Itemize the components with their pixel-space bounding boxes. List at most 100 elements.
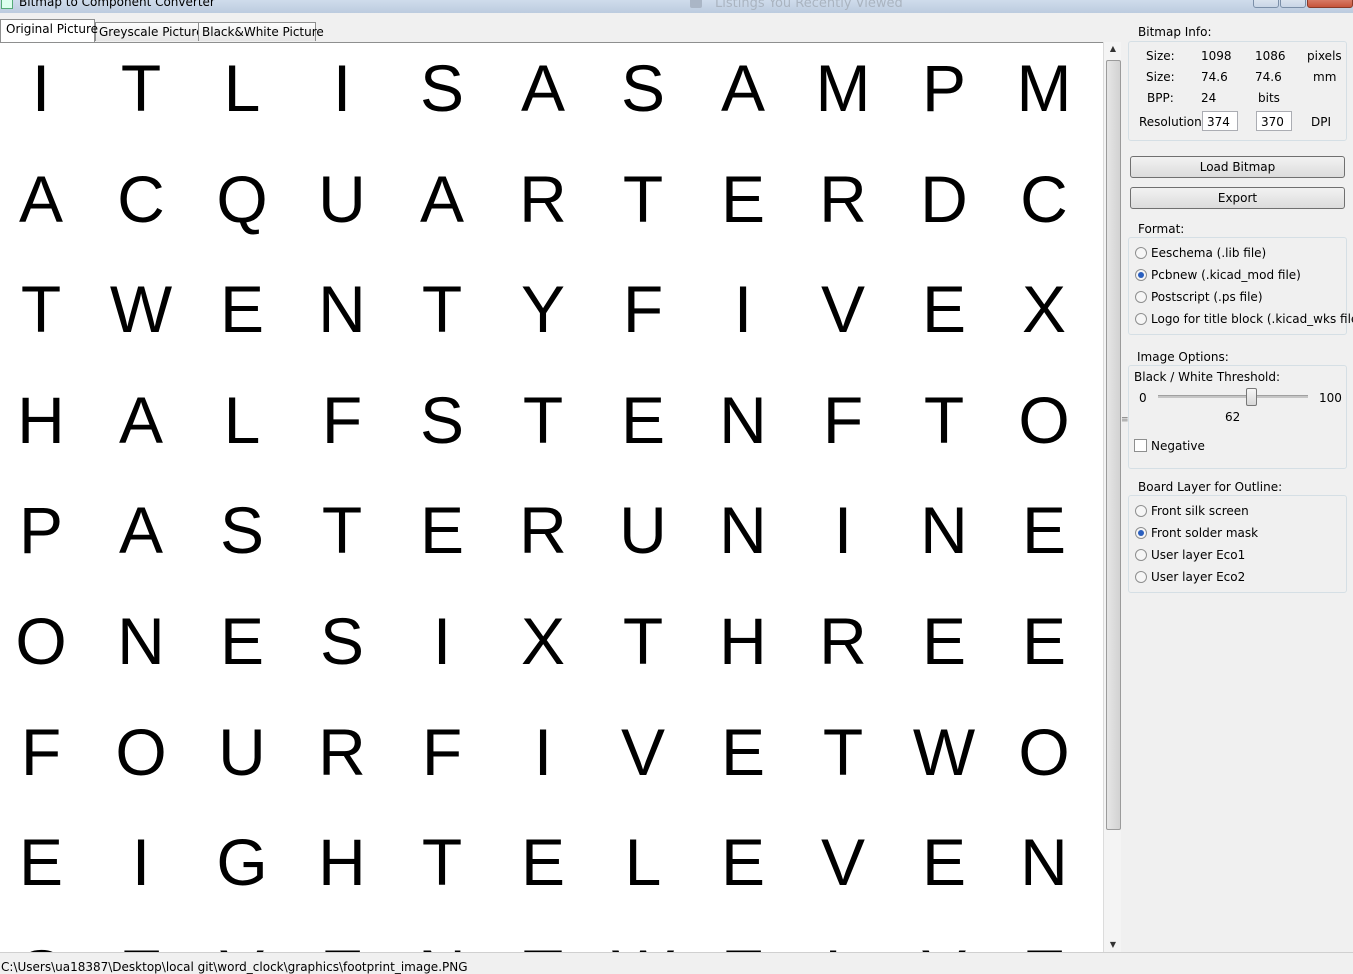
resolution-y-input[interactable]: 370 <box>1256 111 1292 131</box>
format-group: Eeschema (.lib file) Pcbnew (.kicad_mod … <box>1128 237 1353 335</box>
bitmap-letter: S <box>219 493 265 567</box>
format-label: Format: <box>1138 222 1185 236</box>
panel-splitter[interactable]: ≡ <box>1121 42 1129 952</box>
resolution-x-input[interactable]: 374 <box>1202 111 1238 131</box>
bitmap-letter: E <box>720 715 766 789</box>
format-option-pcbnew[interactable]: Pcbnew (.kicad_mod file) <box>1135 268 1301 286</box>
status-bar: C:\Users\ua18387\Desktop\local git\word_… <box>0 952 1353 974</box>
bpp-label: BPP: <box>1147 91 1174 105</box>
bitmap-letter: E <box>91 938 191 953</box>
bitmap-letter: Y <box>520 272 566 346</box>
bitmap-letter: A <box>419 162 465 236</box>
bitmap-letter: I <box>733 272 753 346</box>
bitmap-letter: R <box>819 604 867 678</box>
bitmap-letter: U <box>218 715 266 789</box>
format-option-logo[interactable]: Logo for title block (.kicad_wks file) <box>1135 312 1353 330</box>
radio-postscript[interactable] <box>1135 290 1147 303</box>
vertical-scrollbar[interactable]: ▲ ▼ <box>1103 42 1122 952</box>
radio-logo[interactable] <box>1135 312 1147 325</box>
bitmap-letter: O <box>1018 383 1070 457</box>
negative-checkbox[interactable] <box>1134 439 1147 452</box>
format-eeschema-label: Eeschema (.lib file) <box>1151 246 1267 260</box>
threshold-slider-thumb[interactable] <box>1246 388 1257 406</box>
radio-eco2[interactable] <box>1135 570 1147 583</box>
size-mm-height: 74.6 <box>1255 70 1282 84</box>
bitmap-letter: H <box>318 825 366 899</box>
scrollbar-thumb[interactable] <box>1106 60 1121 830</box>
background-window-title: Listings You Recently Viewed <box>715 0 903 11</box>
threshold-slider-track[interactable] <box>1158 395 1308 398</box>
resolution-label: Resolution: <box>1139 115 1206 129</box>
title-bar: Bitmap to Component Converter Listings Y… <box>0 0 1353 13</box>
format-option-postscript[interactable]: Postscript (.ps file) <box>1135 290 1263 308</box>
layer-eco1-label: User layer Eco1 <box>1151 548 1246 562</box>
maximize-button[interactable] <box>1280 0 1306 8</box>
radio-pcbnew[interactable] <box>1135 268 1147 281</box>
bitmap-letter: W <box>912 715 976 789</box>
scroll-down-arrow-icon[interactable]: ▼ <box>1104 938 1122 952</box>
bitmap-letter: P <box>18 493 64 567</box>
layer-eco2-label: User layer Eco2 <box>1151 570 1246 584</box>
load-bitmap-button[interactable]: Load Bitmap <box>1130 156 1345 178</box>
bitmap-letter: S <box>620 51 666 125</box>
radio-eco1[interactable] <box>1135 548 1147 561</box>
bitmap-letter: L <box>223 51 261 125</box>
layer-option-eco1[interactable]: User layer Eco1 <box>1135 548 1245 566</box>
bitmap-letter: E <box>693 938 793 953</box>
bitmap-letter: U <box>318 162 366 236</box>
bitmap-letter: E <box>1021 493 1067 567</box>
tab-greyscale-picture[interactable]: Greyscale Picture <box>95 22 203 41</box>
bitmap-letter: V <box>620 715 666 789</box>
negative-checkbox-row[interactable]: Negative <box>1134 439 1205 457</box>
bitmap-letter: I <box>131 825 151 899</box>
bitmap-letter: F <box>20 715 62 789</box>
radio-eeschema[interactable] <box>1135 246 1147 259</box>
bitmap-letter: F <box>822 383 864 457</box>
minimize-button[interactable] <box>1253 0 1279 8</box>
size-mm-unit: mm <box>1313 70 1337 84</box>
bitmap-letter: H <box>17 383 65 457</box>
bitmap-letter: T <box>923 383 965 457</box>
format-option-eeschema[interactable]: Eeschema (.lib file) <box>1135 246 1266 264</box>
bitmap-letter: E <box>994 938 1094 953</box>
bitmap-letter: X <box>520 604 566 678</box>
bitmap-letter: N <box>920 493 968 567</box>
close-button[interactable] <box>1307 0 1353 8</box>
bitmap-letter: T <box>822 715 864 789</box>
bitmap-info-group: Size: 1098 1086 pixels Size: 74.6 74.6 m… <box>1128 41 1347 141</box>
bitmap-letter: T <box>622 604 664 678</box>
bitmap-letter: O <box>15 604 67 678</box>
bitmap-letter: N <box>117 604 165 678</box>
layer-option-front-mask[interactable]: Front solder mask <box>1135 526 1258 544</box>
bitmap-letter: E <box>720 825 766 899</box>
negative-label: Negative <box>1151 439 1205 453</box>
bitmap-letter: E <box>292 938 392 953</box>
bitmap-letter: E <box>520 825 566 899</box>
window-title: Bitmap to Component Converter <box>19 0 215 9</box>
radio-front-mask[interactable] <box>1135 526 1147 539</box>
bitmap-letter: F <box>321 383 363 457</box>
threshold-min: 0 <box>1139 391 1147 405</box>
bitmap-letter: N <box>719 383 767 457</box>
scroll-up-arrow-icon[interactable]: ▲ <box>1104 42 1122 56</box>
tab-original-picture[interactable]: Original Picture <box>0 19 98 42</box>
bitmap-preview: ITLISASAMPMACQUARTERDCTWENTYFIVEXHALFSTE… <box>0 42 1103 953</box>
bitmap-letter: O <box>1018 715 1070 789</box>
tab-black-white-picture[interactable]: Black&White Picture <box>198 22 324 41</box>
bitmap-letter: W <box>109 272 173 346</box>
export-button[interactable]: Export <box>1130 187 1345 209</box>
bitmap-letter: C <box>1020 162 1068 236</box>
layer-option-eco2[interactable]: User layer Eco2 <box>1135 570 1245 588</box>
size-px-width: 1098 <box>1201 49 1232 63</box>
splitter-grip-icon: ≡ <box>1121 415 1129 425</box>
bitmap-letter: L <box>793 938 893 953</box>
bitmap-letter: H <box>719 604 767 678</box>
bitmap-letter: M <box>1016 51 1072 125</box>
bitmap-letter: T <box>321 493 363 567</box>
layer-option-front-silk[interactable]: Front silk screen <box>1135 504 1249 522</box>
bitmap-letter: M <box>815 51 871 125</box>
background-window-icon <box>690 0 702 8</box>
bitmap-letter: V <box>192 938 292 953</box>
radio-front-silk[interactable] <box>1135 504 1147 517</box>
size-px-height: 1086 <box>1255 49 1286 63</box>
